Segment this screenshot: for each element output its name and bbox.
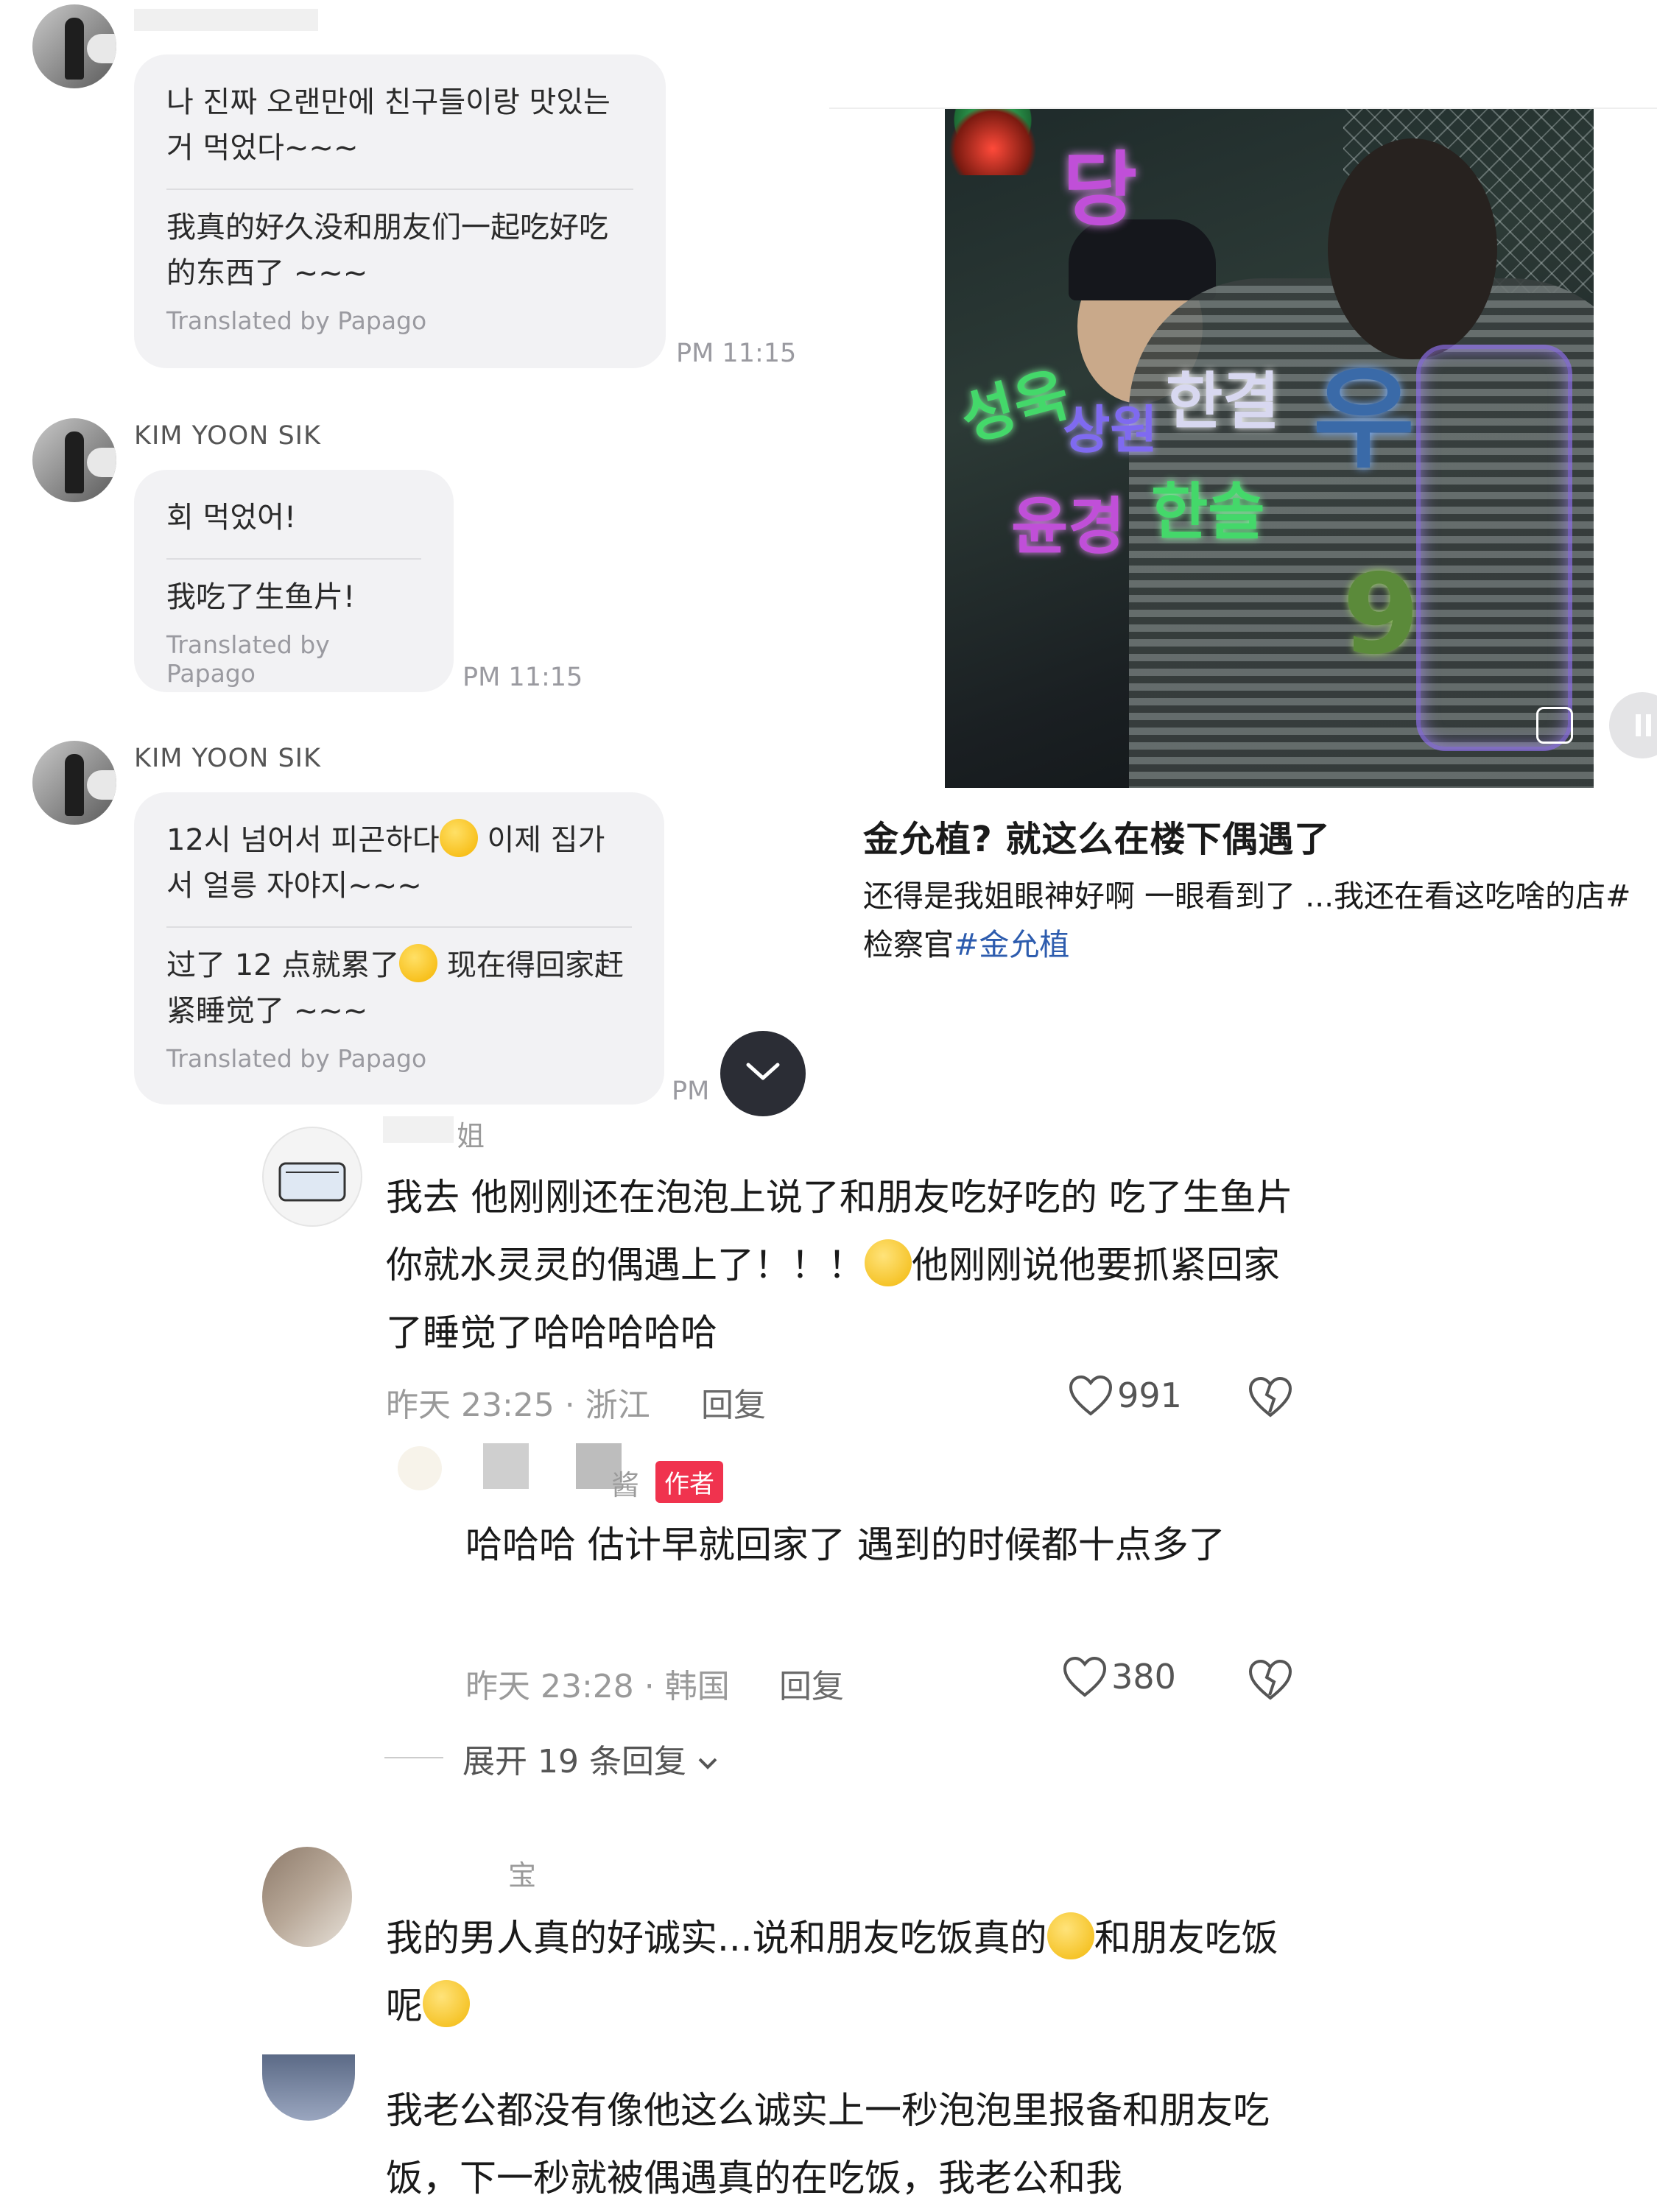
dizzy-emoji-icon [1046, 1912, 1094, 1959]
neon-text: 9 [1343, 551, 1420, 679]
like-button[interactable]: 991 [1068, 1374, 1182, 1417]
chevron-down-icon [698, 1758, 717, 1769]
avatar[interactable] [32, 4, 116, 88]
dislike-button[interactable] [1248, 1376, 1293, 1421]
message-translation: 我真的好久没和朋友们一起吃好吃的东西了 ~~~ [166, 211, 608, 290]
chat-bubble: 회 먹었어! 我吃了生鱼片! Translated by Papago [134, 470, 454, 692]
like-count: 991 [1117, 1376, 1182, 1415]
message-time: PM [672, 1077, 710, 1106]
commenter-name[interactable]: 姐 [457, 1113, 485, 1154]
message-original-part1: 12시 넘어서 피곤하다 [166, 823, 440, 857]
neon-text: 당 [1063, 143, 1138, 237]
neon-text: 윤경 [1011, 490, 1125, 563]
commenter-avatar[interactable] [262, 1127, 362, 1227]
reply-avatar[interactable] [398, 1446, 442, 1490]
avatar-car [87, 770, 116, 800]
broken-heart-icon [1248, 1659, 1292, 1700]
blurred-name [383, 1116, 454, 1143]
neon-text: 한솔 [1151, 476, 1265, 548]
neon-sign-right [1416, 345, 1572, 751]
person-head-2 [1328, 138, 1497, 359]
heart-icon [1063, 1656, 1107, 1697]
neon-text: 성욱 [954, 359, 1077, 454]
comment-text-part1: 我的男人真的好诚实...说和朋友吃饭真的 [386, 1917, 1047, 1959]
blurred-name [483, 1443, 529, 1489]
yum-emoji-icon [439, 819, 478, 857]
post-body: 还得是我姐眼神好啊 一眼看到了 ...我还在看这吃啥的店#检察官#金允植 [863, 872, 1644, 969]
bubble-divider [166, 558, 421, 560]
chevron-down-icon [746, 1063, 780, 1080]
sender-name: KIM YOON SIK [134, 744, 321, 773]
commenter-avatar[interactable] [262, 1847, 352, 1947]
reply-text: 哈哈哈 估计早就回家了 遇到的时候都十点多了 [465, 1524, 1225, 1566]
chat-bubble: 12시 넘어서 피곤하다 이제 집가서 얼릉 자야지~~~ 过了 12 点就累了… [134, 792, 664, 1105]
message-original: 나 진짜 오랜만에 친구들이랑 맛있는 거 먹었다~~~ [166, 85, 611, 165]
avatar-figure [65, 18, 84, 80]
avatar[interactable] [32, 741, 116, 825]
comment-time-location: 昨天 23:25 · 浙江 [386, 1387, 650, 1424]
reply-button[interactable]: 回复 [701, 1378, 766, 1426]
chat-bubble: 나 진짜 오랜만에 친구들이랑 맛있는 거 먹었다~~~ 我真的好久没和朋友们一… [134, 54, 666, 368]
neon-text: 상원 [1063, 400, 1158, 460]
sink-drawing-icon [278, 1162, 346, 1202]
blurred-sender-name [134, 9, 318, 31]
author-tag: 作者 [655, 1461, 723, 1503]
reply-time-location: 昨天 23:28 · 韩国 [465, 1668, 730, 1705]
dizzy-emoji-icon [423, 1980, 470, 2027]
translated-by: Translated by Papago [166, 1044, 427, 1073]
image-search-icon[interactable] [1536, 707, 1573, 744]
bubble-divider [166, 189, 633, 190]
post-photo[interactable]: 당 성욱 상원 한결 윤경 한솔 9 우 [945, 109, 1594, 788]
commenter-avatar[interactable] [262, 2054, 355, 2121]
yum-emoji-icon [399, 944, 438, 982]
avatar-car [87, 34, 116, 63]
dislike-button[interactable] [1248, 1658, 1293, 1704]
like-button[interactable]: 380 [1062, 1655, 1176, 1698]
smirk-emoji-icon [865, 1239, 912, 1286]
message-time: PM 11:15 [676, 339, 797, 368]
pause-button[interactable] [1609, 692, 1657, 758]
expand-replies-label: 展开 19 条回复 [462, 1743, 686, 1780]
neon-text: 한결 [1166, 365, 1280, 437]
translated-by: Translated by Papago [166, 306, 427, 335]
translated-by: Translated by Papago [166, 630, 330, 688]
expand-replies-button[interactable]: 展开 19 条回复 [462, 1735, 719, 1782]
avatar-figure [65, 432, 84, 493]
avatar-figure [65, 754, 84, 816]
message-translation: 过了 12 点就累了 现在得回家赶紧睡觉了 ~~~ [166, 943, 632, 1034]
avatar-car [87, 448, 116, 477]
like-count: 380 [1111, 1657, 1176, 1697]
replier-name[interactable]: 酱 [611, 1462, 639, 1503]
expand-divider [384, 1757, 443, 1758]
avatar[interactable] [32, 418, 116, 502]
red-lamp [945, 109, 1041, 175]
message-original: 12시 넘어서 피곤하다 이제 집가서 얼릉 자야지~~~ [166, 817, 632, 909]
message-time: PM 11:15 [462, 663, 583, 692]
heart-icon [1069, 1375, 1113, 1416]
sender-name: KIM YOON SIK [134, 421, 321, 451]
comment-text: 我去 他刚刚还在泡泡上说了和朋友吃好吃的 吃了生鱼片 你就水灵灵的偶遇上了！！！… [386, 1163, 1299, 1367]
broken-heart-icon [1248, 1376, 1292, 1417]
bubble-divider [166, 926, 632, 928]
neon-text: 우 [1313, 356, 1415, 484]
message-translation: 我吃了生鱼片! [166, 580, 356, 614]
post-title: 金允植? 就这么在楼下偶遇了 [863, 819, 1331, 860]
hashtag-link[interactable]: #金允植 [954, 927, 1069, 962]
scroll-down-button[interactable] [720, 1031, 806, 1116]
pause-icon [1636, 714, 1651, 736]
commenter-name[interactable]: 宝 [508, 1853, 536, 1893]
reply-button[interactable]: 回复 [779, 1660, 844, 1707]
message-original: 회 먹었어! [166, 501, 296, 535]
comment-text: 我老公都没有像他这么诚实上一秒泡泡里报备和朋友吃饭，下一秒就被偶遇真的在吃饭，我… [386, 2089, 1270, 2199]
comment-text: 我的男人真的好诚实...说和朋友吃饭真的 和朋友吃饭呢 [386, 1904, 1314, 2040]
message-translation-part1: 过了 12 点就累了 [166, 948, 400, 982]
